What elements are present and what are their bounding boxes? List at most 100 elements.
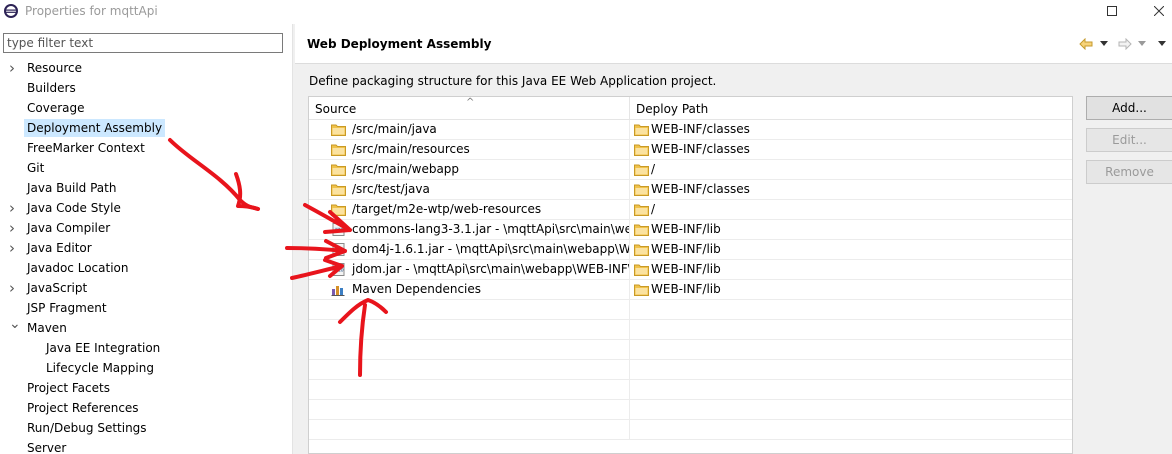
deploy-path-text: WEB-INF/lib [651, 242, 721, 256]
table-row[interactable]: /target/m2e-wtp/web-resources / [309, 200, 1072, 220]
column-header-deploy-path[interactable]: Deploy Path [630, 97, 1072, 120]
filter-input[interactable] [3, 33, 283, 53]
maximize-button[interactable] [1089, 0, 1135, 24]
deploy-path-cell: WEB-INF/classes [630, 180, 1072, 200]
close-button[interactable] [1136, 0, 1172, 24]
maximize-icon [1107, 6, 1117, 16]
empty-cell [630, 340, 1072, 360]
nav-item[interactable]: Project Facets [0, 379, 292, 399]
column-header-source[interactable]: Source ^ [309, 97, 630, 120]
view-menu-icon[interactable] [1158, 41, 1166, 47]
title-bar: Properties for mqttApi [0, 0, 1172, 24]
source-text: /src/main/webapp [352, 162, 460, 176]
source-cell: /target/m2e-wtp/web-resources [309, 200, 630, 220]
deploy-path-cell: WEB-INF/lib [630, 280, 1072, 300]
deploy-path-text: / [651, 162, 656, 176]
table-row[interactable]: 010 jdom.jar - \mqttApi\src\main\webapp\W… [309, 260, 1072, 280]
chevron-right-icon[interactable]: › [9, 199, 21, 217]
folder-icon [634, 124, 649, 136]
remove-button[interactable]: Remove [1086, 160, 1172, 184]
folder-icon [634, 164, 649, 176]
folder-icon [634, 244, 649, 256]
nav-item[interactable]: Java Build Path [0, 179, 292, 199]
deploy-path-cell: / [630, 160, 1072, 180]
nav-item[interactable]: ⌄ Maven [0, 316, 292, 339]
properties-dialog: Properties for mqttApi › Resource Builders… [0, 0, 1172, 454]
nav-item[interactable]: Lifecycle Mapping [0, 359, 292, 379]
table-body: /src/main/java WEB-INF/classes/src/main/r… [309, 120, 1072, 440]
table-row[interactable]: 010 dom4j-1.6.1.jar - \mqttApi\src\main\w… [309, 240, 1072, 260]
add-button[interactable]: Add... [1086, 96, 1172, 120]
empty-cell [309, 300, 630, 320]
nav-item[interactable]: Deployment Assembly [0, 119, 292, 139]
nav-item-label: JSP Fragment [27, 301, 107, 315]
jar-icon: 010 [332, 263, 345, 276]
forward-arrow-icon[interactable] [1118, 38, 1132, 50]
chevron-right-icon[interactable]: › [9, 59, 21, 77]
page-header: Web Deployment Assembly [295, 24, 1172, 64]
nav-item[interactable]: Server [0, 439, 292, 454]
chevron-right-icon[interactable]: › [9, 219, 21, 237]
forward-dropdown-icon[interactable] [1138, 41, 1146, 47]
edit-button[interactable]: Edit... [1086, 128, 1172, 152]
source-cell: /src/main/webapp [309, 160, 630, 180]
nav-item[interactable]: FreeMarker Context [0, 139, 292, 159]
deploy-path-text: WEB-INF/classes [651, 182, 750, 196]
nav-item[interactable]: Run/Debug Settings [0, 419, 292, 439]
deploy-path-text: WEB-INF/classes [651, 122, 750, 136]
page-title: Web Deployment Assembly [307, 37, 492, 51]
table-row[interactable]: /src/main/java WEB-INF/classes [309, 120, 1072, 140]
chevron-right-icon[interactable]: › [9, 279, 21, 297]
chevron-down-icon[interactable]: ⌄ [9, 315, 21, 333]
source-text: /src/main/resources [352, 142, 470, 156]
folder-icon [634, 224, 649, 236]
nav-item[interactable]: › Resource [0, 59, 292, 79]
nav-item[interactable]: Coverage [0, 99, 292, 119]
close-icon [1153, 5, 1165, 17]
empty-cell [630, 400, 1072, 420]
nav-item-label: Builders [27, 81, 76, 95]
nav-item-label: Java EE Integration [46, 341, 161, 355]
table-row[interactable]: /src/main/resources WEB-INF/classes [309, 140, 1072, 160]
empty-row [309, 300, 1072, 320]
empty-row [309, 400, 1072, 420]
table-row[interactable]: Maven Dependencies WEB-INF/lib [309, 280, 1072, 300]
back-arrow-icon[interactable] [1079, 38, 1093, 50]
nav-item[interactable]: › JavaScript [0, 279, 292, 299]
table-row[interactable]: /src/main/webapp / [309, 160, 1072, 180]
folder-icon [331, 124, 346, 136]
deploy-path-cell: WEB-INF/classes [630, 140, 1072, 160]
nav-item-label: Java Compiler [27, 221, 111, 235]
back-dropdown-icon[interactable] [1100, 41, 1108, 47]
nav-item[interactable]: Builders [0, 79, 292, 99]
folder-icon [634, 264, 649, 276]
deploy-path-cell: WEB-INF/lib [630, 240, 1072, 260]
empty-cell [630, 380, 1072, 400]
nav-item[interactable]: Java EE Integration [0, 339, 292, 359]
empty-cell [309, 400, 630, 420]
source-text: /src/main/java [352, 122, 437, 136]
nav-item[interactable]: › Java Code Style [0, 199, 292, 219]
nav-item[interactable]: Git [0, 159, 292, 179]
nav-item[interactable]: › Java Editor [0, 239, 292, 259]
folder-icon [331, 184, 346, 196]
empty-row [309, 320, 1072, 340]
empty-cell [630, 320, 1072, 340]
table-row[interactable]: 010 commons-lang3-3.1.jar - \mqttApi\src\… [309, 220, 1072, 240]
assembly-table[interactable]: Source ^ Deploy Path /src/main/java WEB-I… [308, 96, 1073, 454]
nav-item[interactable]: Project References [0, 399, 292, 419]
deploy-path-cell: WEB-INF/classes [630, 120, 1072, 140]
nav-item-label: Server [27, 441, 67, 454]
nav-item[interactable]: Javadoc Location [0, 259, 292, 279]
nav-item[interactable]: JSP Fragment [0, 299, 292, 319]
nav-item-label: Project References [27, 401, 139, 415]
nav-item[interactable]: › Java Compiler [0, 219, 292, 239]
nav-item-label: FreeMarker Context [27, 141, 145, 155]
deploy-path-cell: / [630, 200, 1072, 220]
nav-item-label: Lifecycle Mapping [46, 361, 154, 375]
chevron-right-icon[interactable]: › [9, 239, 21, 257]
folder-icon [634, 144, 649, 156]
source-text: Maven Dependencies [352, 282, 482, 296]
sort-ascending-icon: ^ [466, 97, 475, 108]
table-row[interactable]: /src/test/java WEB-INF/classes [309, 180, 1072, 200]
